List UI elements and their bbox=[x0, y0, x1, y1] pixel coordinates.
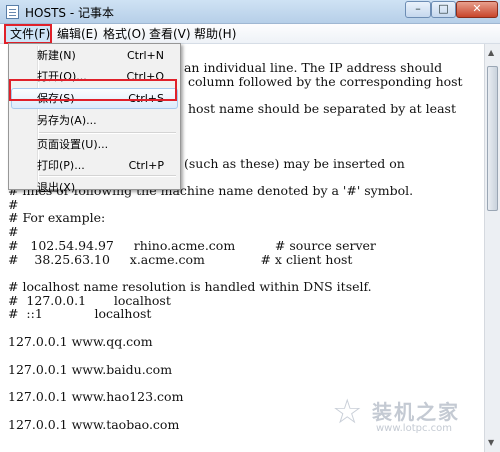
menu-item-new[interactable]: 新建(N) Ctrl+N bbox=[11, 45, 178, 66]
scrollbar-thumb[interactable] bbox=[487, 66, 498, 211]
menu-format[interactable]: 格式(O) bbox=[99, 25, 150, 43]
menu-item-page-setup[interactable]: 页面设置(U)... bbox=[11, 134, 178, 155]
menu-item-shortcut: Ctrl+P bbox=[128, 159, 164, 172]
menu-item-label: 退出(X) bbox=[37, 181, 76, 194]
text-line: column followed by the corresponding hos… bbox=[188, 74, 463, 89]
text-line: 127.0.0.1 www.hao123.com bbox=[8, 389, 184, 404]
menu-item-save-as[interactable]: 另存为(A)... bbox=[11, 110, 178, 131]
menu-view[interactable]: 查看(V) bbox=[145, 25, 195, 43]
text-line: # 102.54.94.97 rhino.acme.com # source s… bbox=[8, 238, 376, 253]
minimize-button[interactable]: – bbox=[405, 1, 431, 18]
menu-item-print[interactable]: 打印(P)... Ctrl+P bbox=[11, 155, 178, 176]
text-line: 127.0.0.1 www.baidu.com bbox=[8, 362, 173, 377]
text-line: (such as these) may be inserted on bbox=[180, 156, 405, 171]
close-button[interactable]: ✕ bbox=[456, 1, 498, 18]
watermark-logo: 装机之家 bbox=[372, 400, 460, 424]
scroll-up-arrow-icon[interactable]: ▲ bbox=[488, 48, 494, 57]
menu-item-label: 页面设置(U)... bbox=[37, 138, 109, 151]
menu-item-shortcut: Ctrl+N bbox=[126, 49, 164, 62]
menu-item-exit[interactable]: 退出(X) bbox=[11, 177, 178, 198]
menu-item-label: 另存为(A)... bbox=[37, 114, 97, 127]
text-line: # localhost name resolution is handled w… bbox=[8, 279, 372, 294]
menu-item-label: 打印(P)... bbox=[37, 159, 85, 172]
save-highlight-box bbox=[9, 79, 177, 101]
menu-bar: 文件(F) 编辑(E) 格式(O) 查看(V) 帮助(H) bbox=[0, 24, 500, 44]
maximize-button[interactable]: □ bbox=[431, 1, 456, 18]
vertical-scrollbar[interactable]: ▲ ▼ bbox=[484, 44, 500, 452]
text-line: # bbox=[8, 224, 19, 239]
file-menu-dropdown: 新建(N) Ctrl+N 打开(O)... Ctrl+O 保存(S) Ctrl+… bbox=[8, 43, 181, 194]
text-line: 127.0.0.1 www.qq.com bbox=[8, 334, 153, 349]
text-line: an individual line. The IP address shoul… bbox=[180, 60, 443, 75]
text-line: 127.0.0.1 www.taobao.com bbox=[8, 417, 180, 432]
file-menu-highlight-box bbox=[4, 24, 52, 44]
text-line: host name should be separated by at leas… bbox=[188, 101, 456, 116]
menu-edit[interactable]: 编辑(E) bbox=[53, 25, 102, 43]
menu-item-label: 新建(N) bbox=[37, 49, 76, 62]
text-line: # ::1 localhost bbox=[8, 306, 152, 321]
notepad-icon bbox=[6, 5, 19, 19]
star-icon: ☆ bbox=[332, 392, 363, 432]
text-line: # For example: bbox=[8, 210, 106, 225]
watermark-url: www.lotpc.com bbox=[376, 423, 452, 434]
window-title: HOSTS - 记事本 bbox=[25, 6, 114, 20]
watermark: ☆ 装机之家 www.lotpc.com bbox=[332, 392, 492, 442]
menu-help[interactable]: 帮助(H) bbox=[190, 25, 240, 43]
title-bar: HOSTS - 记事本 – □ ✕ bbox=[0, 0, 500, 24]
text-line: # 38.25.63.10 x.acme.com # x client host bbox=[8, 252, 353, 267]
